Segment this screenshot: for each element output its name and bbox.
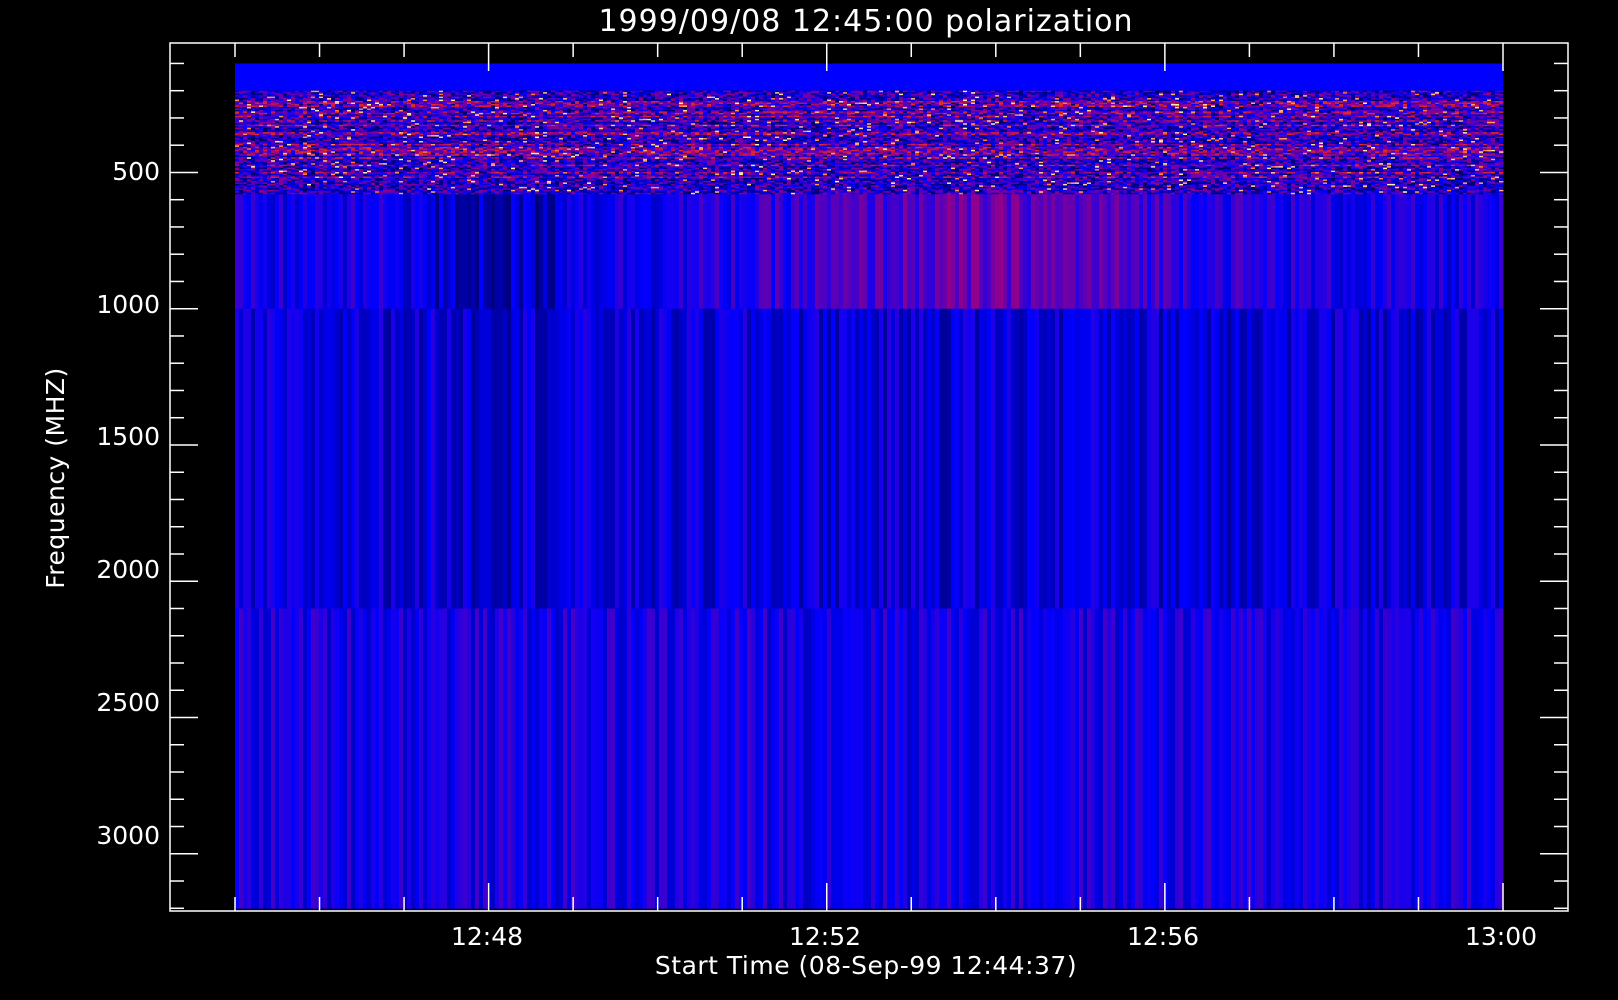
heatmap-cell xyxy=(235,63,1503,91)
spectrogram-chart: 1999/09/08 12:45:00 polarization 12:48 1… xyxy=(41,4,1569,980)
chart-title: 1999/09/08 12:45:00 polarization xyxy=(598,4,1133,39)
heatmap-plot-area xyxy=(235,63,1504,909)
